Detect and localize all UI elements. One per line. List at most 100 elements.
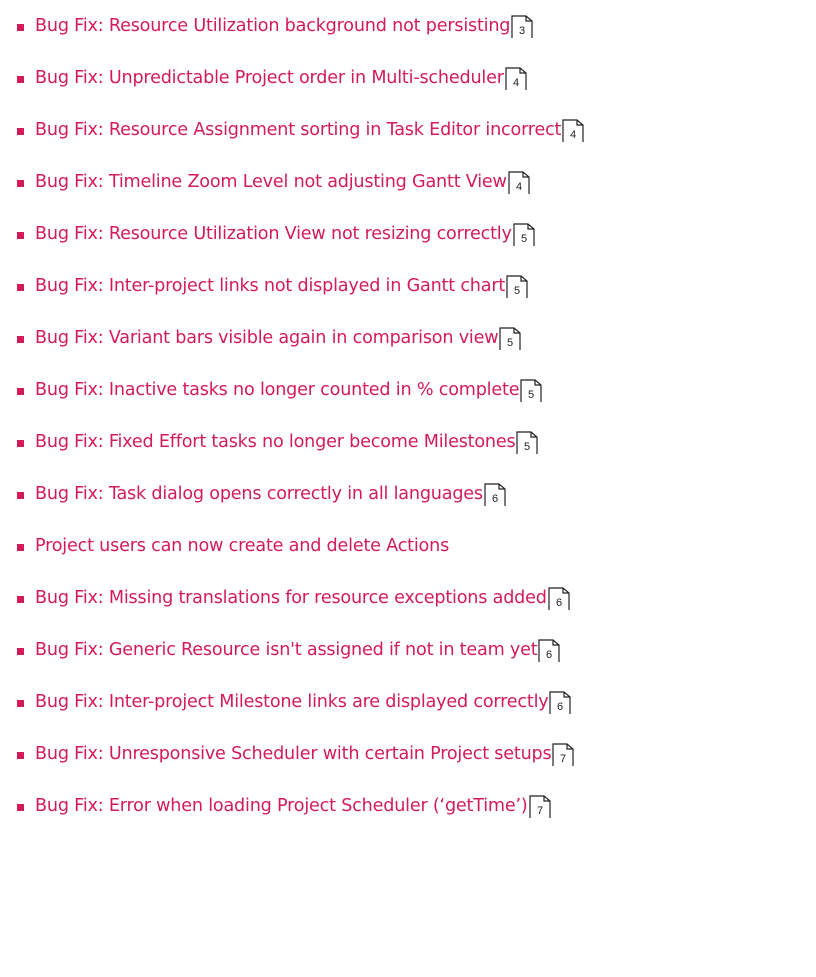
- page-reference: 6: [549, 691, 572, 715]
- page-icon: 5: [520, 379, 542, 402]
- page-reference: 6: [538, 639, 561, 663]
- page-number: 5: [521, 233, 527, 245]
- square-bullet-icon: [17, 803, 24, 811]
- list-item: Bug Fix: Missing translations for resour…: [17, 572, 807, 624]
- square-bullet-icon: [17, 127, 24, 135]
- toc-entry-label: Bug Fix: Resource Utilization View not r…: [35, 224, 512, 244]
- page-reference: 7: [552, 743, 575, 767]
- toc-entry-label: Bug Fix: Generic Resource isn't assigned…: [35, 640, 538, 660]
- square-bullet-icon: [17, 335, 24, 343]
- page-icon: 6: [484, 483, 506, 506]
- list-item: Bug Fix: Inactive tasks no longer counte…: [17, 364, 807, 416]
- toc-entry-label: Bug Fix: Timeline Zoom Level not adjusti…: [35, 172, 507, 192]
- page-icon: 6: [549, 691, 572, 714]
- list-item: Bug Fix: Resource Utilization View not r…: [17, 208, 807, 260]
- list-item: Project users can now create and delete …: [17, 520, 807, 572]
- list-item: Bug Fix: Unpredictable Project order in …: [17, 52, 807, 104]
- page-number: 5: [507, 337, 513, 349]
- toc-link[interactable]: Bug Fix: Error when loading Project Sche…: [35, 794, 551, 818]
- toc-link[interactable]: Bug Fix: Unpredictable Project order in …: [35, 66, 527, 90]
- toc-entry-label: Bug Fix: Missing translations for resour…: [35, 588, 547, 608]
- page-icon: 6: [538, 639, 561, 662]
- page-number: 4: [516, 181, 522, 193]
- toc-link[interactable]: Bug Fix: Variant bars visible again in c…: [35, 326, 522, 351]
- toc-entry-label: Bug Fix: Inter-project Milestone links a…: [35, 692, 549, 712]
- page-icon: 6: [548, 587, 570, 610]
- toc-link[interactable]: Bug Fix: Inactive tasks no longer counte…: [35, 378, 542, 402]
- toc-link[interactable]: Bug Fix: Generic Resource isn't assigned…: [35, 638, 561, 663]
- toc-link[interactable]: Project users can now create and delete …: [35, 536, 449, 556]
- page-icon: 4: [562, 119, 584, 142]
- page-reference: 4: [562, 119, 584, 143]
- square-bullet-icon: [17, 491, 24, 499]
- toc-link[interactable]: Bug Fix: Inter-project links not display…: [35, 274, 528, 298]
- page-number: 5: [524, 441, 530, 453]
- list-item: Bug Fix: Variant bars visible again in c…: [17, 312, 807, 364]
- toc-link[interactable]: Bug Fix: Missing translations for resour…: [35, 586, 570, 610]
- page-icon: 5: [516, 431, 539, 454]
- page-icon: 4: [508, 171, 530, 194]
- page-reference: 6: [484, 483, 506, 507]
- square-bullet-icon: [17, 387, 24, 395]
- toc-entry-label: Bug Fix: Inter-project links not display…: [35, 276, 506, 296]
- toc-link[interactable]: Bug Fix: Resource Utilization View not r…: [35, 222, 535, 246]
- page-reference: 7: [528, 795, 551, 819]
- toc-entry-label: Bug Fix: Unresponsive Scheduler with cer…: [35, 744, 552, 764]
- page-icon: 5: [513, 223, 535, 246]
- square-bullet-icon: [17, 439, 24, 447]
- page-number: 6: [557, 701, 563, 713]
- page-reference: 5: [520, 379, 542, 403]
- toc-entry-label: Bug Fix: Resource Utilization background…: [35, 16, 511, 36]
- toc-link[interactable]: Bug Fix: Fixed Effort tasks no longer be…: [35, 430, 539, 455]
- page-number: 5: [528, 389, 534, 401]
- page-reference: 3: [511, 15, 533, 39]
- toc-entry-label: Bug Fix: Inactive tasks no longer counte…: [35, 380, 520, 400]
- list-item: Bug Fix: Fixed Effort tasks no longer be…: [17, 416, 807, 468]
- page-number: 3: [519, 25, 525, 37]
- page-number: 4: [513, 77, 519, 89]
- square-bullet-icon: [17, 23, 24, 31]
- page-reference: 5: [506, 275, 528, 299]
- page-number: 7: [560, 753, 566, 765]
- square-bullet-icon: [17, 283, 24, 291]
- page-reference: 4: [508, 171, 530, 195]
- square-bullet-icon: [17, 595, 24, 603]
- list-item: Bug Fix: Generic Resource isn't assigned…: [17, 624, 807, 676]
- page-reference: 6: [548, 587, 570, 611]
- page-reference: 5: [499, 327, 522, 351]
- page-number: 6: [556, 597, 562, 609]
- square-bullet-icon: [17, 751, 24, 759]
- page-icon: 7: [528, 795, 551, 818]
- toc-entry-label: Bug Fix: Task dialog opens correctly in …: [35, 484, 483, 504]
- list-item: Bug Fix: Error when loading Project Sche…: [17, 780, 807, 832]
- square-bullet-icon: [17, 75, 24, 83]
- toc-link[interactable]: Bug Fix: Resource Utilization background…: [35, 14, 533, 38]
- square-bullet-icon: [17, 699, 24, 707]
- square-bullet-icon: [17, 543, 24, 551]
- toc-entry-label: Bug Fix: Unpredictable Project order in …: [35, 68, 504, 88]
- page-icon: 3: [511, 15, 533, 38]
- toc-link[interactable]: Bug Fix: Timeline Zoom Level not adjusti…: [35, 170, 530, 194]
- page-number: 6: [492, 493, 498, 505]
- square-bullet-icon: [17, 647, 24, 655]
- toc-entry-label: Bug Fix: Fixed Effort tasks no longer be…: [35, 432, 516, 452]
- list-item: Bug Fix: Task dialog opens correctly in …: [17, 468, 807, 520]
- page-reference: 5: [516, 431, 539, 455]
- toc-link[interactable]: Bug Fix: Task dialog opens correctly in …: [35, 482, 506, 506]
- toc-link[interactable]: Bug Fix: Unresponsive Scheduler with cer…: [35, 742, 575, 767]
- list-item: Bug Fix: Inter-project Milestone links a…: [17, 676, 807, 728]
- square-bullet-icon: [17, 231, 24, 239]
- list-item: Bug Fix: Inter-project links not display…: [17, 260, 807, 312]
- page-number: 6: [546, 649, 552, 661]
- toc-link[interactable]: Bug Fix: Inter-project Milestone links a…: [35, 690, 572, 715]
- page-icon: 5: [506, 275, 528, 298]
- toc-entry-label: Bug Fix: Resource Assignment sorting in …: [35, 120, 562, 140]
- page-reference: 5: [513, 223, 535, 247]
- page-number: 5: [514, 285, 520, 297]
- toc-entry-label: Project users can now create and delete …: [35, 536, 450, 556]
- toc-entry-label: Bug Fix: Variant bars visible again in c…: [35, 328, 499, 348]
- table-of-contents: Bug Fix: Resource Utilization background…: [17, 0, 807, 832]
- page-icon: 4: [505, 67, 527, 90]
- toc-link[interactable]: Bug Fix: Resource Assignment sorting in …: [35, 118, 584, 142]
- page-number: 7: [536, 805, 542, 817]
